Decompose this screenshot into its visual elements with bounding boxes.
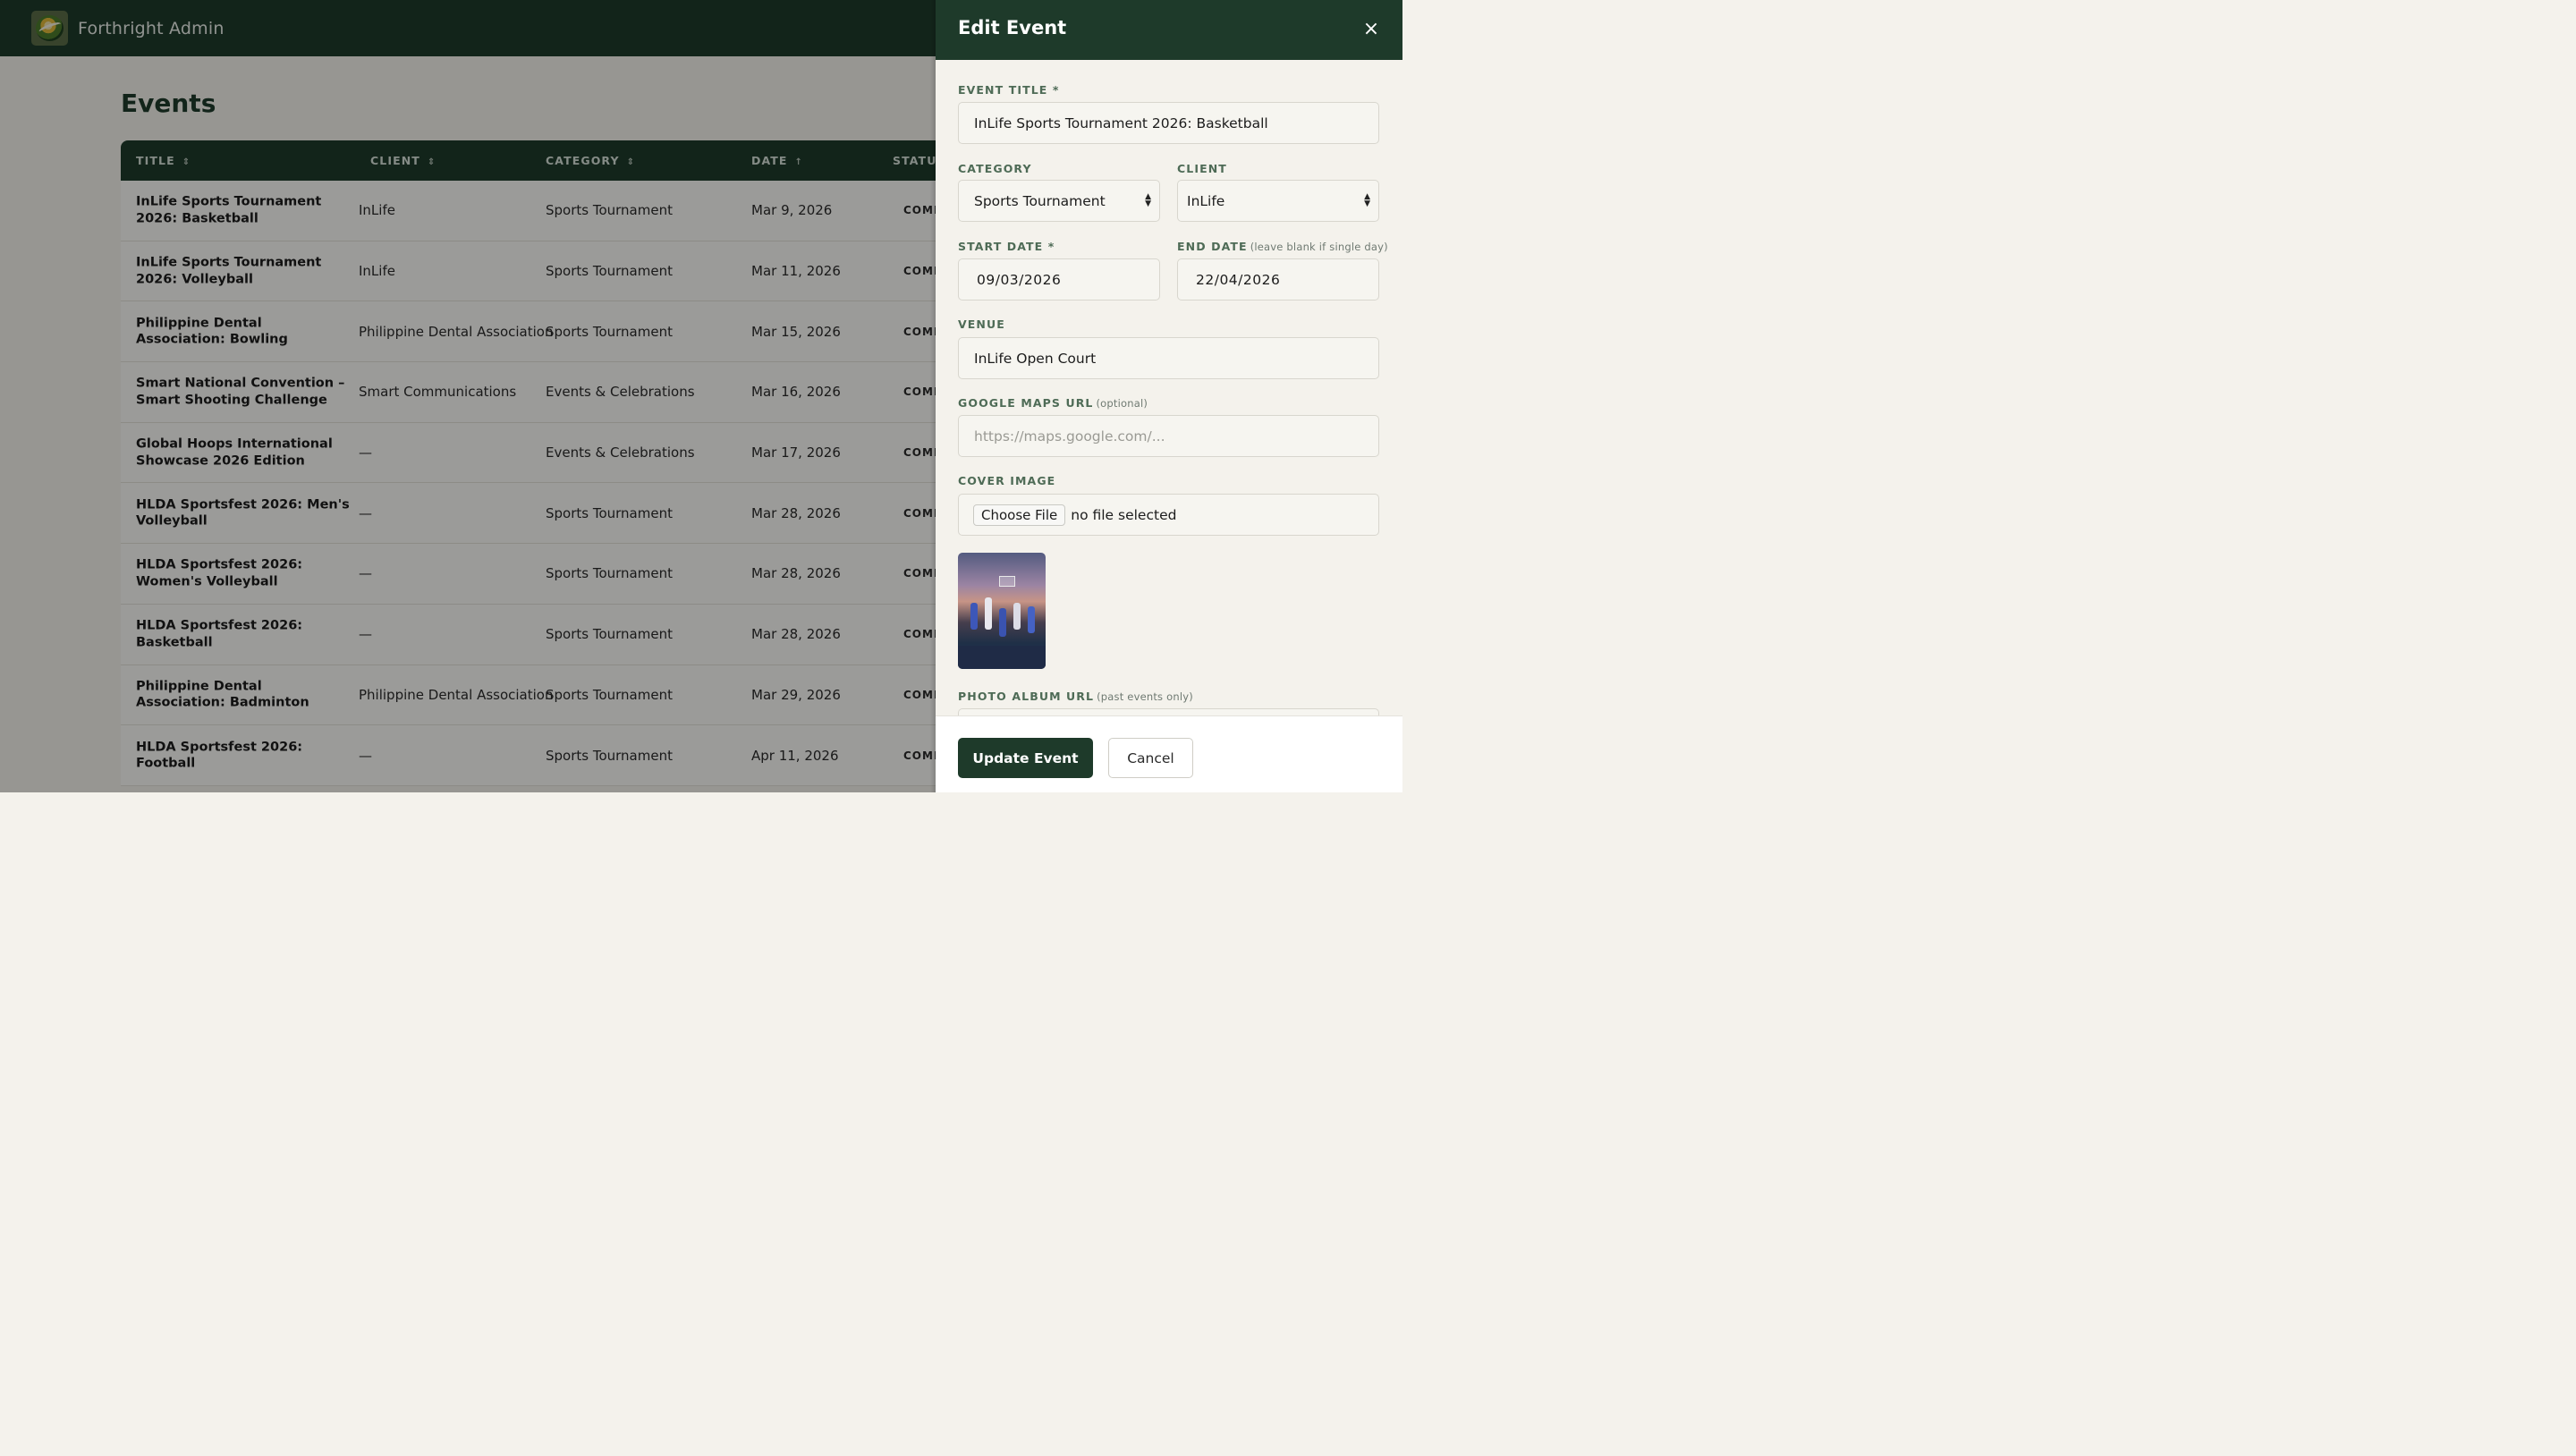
drawer-title: Edit Event [958,17,1067,38]
cover-image-file-input[interactable]: Choose File no file selected [958,494,1379,536]
category-label: CATEGORY [958,162,1032,175]
maps-url-input[interactable]: https://maps.google.com/... [958,415,1379,457]
select-arrows-icon: ▲ ▼ [1364,192,1370,208]
end-date-label: END DATE (leave blank if single day) [1177,240,1388,253]
file-status: no file selected [1071,506,1177,523]
close-icon[interactable]: × [1361,18,1381,41]
cover-image-preview [958,553,1046,669]
category-select[interactable]: Sports Tournament ▲ ▼ [958,180,1160,222]
cancel-button[interactable]: Cancel [1108,738,1193,778]
drawer-footer: Update Event Cancel [936,715,1402,792]
update-event-button[interactable]: Update Event [958,738,1093,778]
start-date-label: START DATE * [958,240,1055,253]
select-arrows-icon: ▲ ▼ [1145,192,1151,208]
choose-file-button[interactable]: Choose File [973,504,1066,526]
modal-backdrop[interactable] [0,0,936,792]
drawer-header: Edit Event × [936,0,1402,60]
end-date-input[interactable]: 22/04/2026 [1177,258,1379,301]
photo-album-label: PHOTO ALBUM URL (past events only) [958,690,1193,703]
venue-label: VENUE [958,317,1005,331]
maps-url-label: GOOGLE MAPS URL (optional) [958,396,1148,410]
client-label: CLIENT [1177,162,1227,175]
event-title-input[interactable]: InLife Sports Tournament 2026: Basketbal… [958,102,1379,144]
client-select[interactable]: InLife ▲ ▼ [1177,180,1379,222]
cover-image-label: COVER IMAGE [958,474,1056,487]
start-date-input[interactable]: 09/03/2026 [958,258,1160,301]
venue-input[interactable]: InLife Open Court [958,337,1379,379]
event-title-label: EVENT TITLE * [958,83,1060,97]
